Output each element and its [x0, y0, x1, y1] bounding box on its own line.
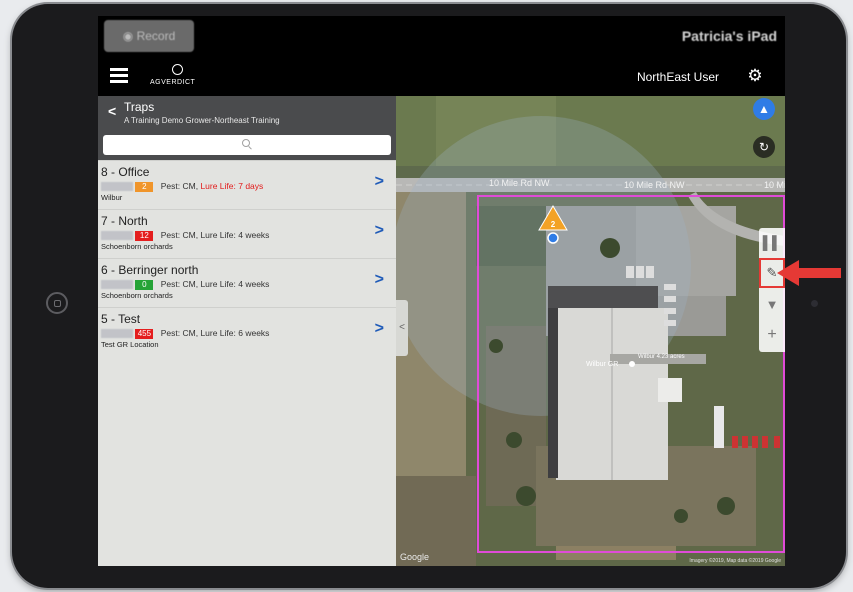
trap-title: 8 - Office [101, 165, 150, 179]
lure-life-text: Lure Life: 4 weeks [200, 230, 270, 240]
sidebar-title: Traps [124, 100, 155, 114]
count-badge: 0 [135, 279, 154, 290]
list-item[interactable]: 5 - Test 455 Pest: CM, Lure Life: 6 week… [98, 307, 396, 356]
map-data-attribution: Imagery ©2019, Map data ©2019 Google [689, 557, 781, 564]
trap-title: 5 - Test [101, 312, 141, 326]
trap-details: 455 Pest: CM, Lure Life: 6 weeks [101, 328, 269, 339]
list-item[interactable]: 8 - Office 2 Pest: CM, Lure Life: 7 days… [98, 160, 396, 209]
road-label: 10 Mile Rd NW [489, 178, 550, 188]
chevron-right-icon[interactable]: > [375, 320, 384, 338]
brand-mark-icon [172, 64, 183, 75]
map-tool-panel: ▌▌ ✎ ▼ + [759, 228, 785, 352]
trap-location: Schoenborn orchards [101, 291, 173, 300]
list-item[interactable]: 7 - North 12 Pest: CM, Lure Life: 4 week… [98, 209, 396, 258]
gear-icon[interactable]: ⚙ [746, 67, 764, 85]
chevron-left-icon: < [399, 322, 405, 333]
lure-life-text: Lure Life: 6 weeks [200, 328, 270, 338]
trap-id-redacted [101, 280, 133, 290]
record-dot-icon: ◉ [122, 29, 137, 43]
marker-count: 2 [551, 220, 556, 229]
list-item[interactable]: 6 - Berringer north 0 Pest: CM, Lure Lif… [98, 258, 396, 307]
count-badge: 12 [135, 230, 154, 241]
road-label: 10 Mi [764, 180, 785, 190]
chevron-right-icon[interactable]: > [375, 271, 384, 289]
trap-list: 8 - Office 2 Pest: CM, Lure Life: 7 days… [98, 160, 396, 356]
count-badge: 455 [135, 328, 154, 339]
road-label: 10 Mile Rd NW [624, 180, 685, 190]
brand-logo: AGVERDICT [150, 62, 210, 90]
annotation-arrow-icon [777, 260, 841, 286]
trap-location: Schoenborn orchards [101, 242, 173, 251]
trap-id-redacted [101, 182, 133, 192]
traps-sidebar: < Traps A Training Demo Grower-Northeast… [98, 96, 396, 566]
home-button[interactable] [46, 292, 68, 314]
pest-text: Pest: CM, [160, 279, 201, 289]
status-bar: ◉ Record Patricia's iPad [98, 16, 785, 56]
trap-title: 6 - Berringer north [101, 263, 199, 277]
google-attribution: Google [400, 552, 429, 562]
field-center-marker [629, 361, 635, 367]
chevron-right-icon[interactable]: > [375, 222, 384, 240]
collapse-sidebar-tab[interactable]: < [396, 300, 408, 356]
screen: ◉ Record Patricia's iPad AGVERDICT North… [98, 16, 785, 566]
filter-icon[interactable]: ▼ [759, 290, 785, 320]
count-badge: 2 [135, 181, 154, 192]
front-camera [811, 300, 818, 307]
trap-details: 0 Pest: CM, Lure Life: 4 weeks [101, 279, 269, 290]
bar-chart-icon[interactable]: ▌▌ [759, 228, 785, 258]
map-imagery: 10 Mile Rd NW 10 Mile Rd NW 10 Mi Wilbur… [396, 96, 785, 566]
refresh-button[interactable]: ↻ [753, 136, 775, 158]
satellite-map[interactable]: 10 Mile Rd NW 10 Mile Rd NW 10 Mi Wilbur… [396, 96, 785, 566]
user-label: NorthEast User [636, 70, 719, 84]
trap-title: 7 - North [101, 214, 148, 228]
back-chevron-icon[interactable]: < [108, 103, 116, 119]
plus-icon[interactable]: + [759, 320, 785, 350]
home-square-icon [54, 300, 61, 307]
current-location-dot [547, 232, 559, 244]
field-sublabel: Wilbur 4.23 acres [638, 354, 685, 360]
lure-life-text: Lure Life: 7 days [200, 181, 264, 191]
pest-text: Pest: CM, [160, 328, 201, 338]
sidebar-header: < Traps A Training Demo Grower-Northeast… [98, 96, 396, 132]
brand-text: AGVERDICT [150, 79, 196, 86]
hamburger-menu-icon[interactable] [110, 68, 128, 83]
location-arrow-icon: ▲ [758, 102, 770, 116]
refresh-icon: ↻ [758, 140, 770, 154]
record-button[interactable]: ◉ Record [104, 20, 194, 52]
lure-life-text: Lure Life: 4 weeks [200, 279, 270, 289]
app-navbar: AGVERDICT NorthEast User ⚙ [98, 56, 785, 96]
search-icon [242, 139, 250, 147]
chevron-right-icon[interactable]: > [375, 173, 384, 191]
field-label: Wilbur GR [586, 361, 618, 368]
ipad-frame: ◉ Record Patricia's iPad AGVERDICT North… [12, 4, 846, 588]
trap-id-redacted [101, 329, 133, 339]
trap-details: 12 Pest: CM, Lure Life: 4 weeks [101, 230, 269, 241]
trap-details: 2 Pest: CM, Lure Life: 7 days [101, 181, 263, 192]
pest-text: Pest: CM, [160, 181, 201, 191]
record-label: Record [136, 29, 176, 43]
pest-text: Pest: CM, [160, 230, 201, 240]
device-name: Patricia's iPad [681, 28, 777, 44]
search-bar [98, 132, 396, 160]
sidebar-subtitle: A Training Demo Grower-Northeast Trainin… [124, 116, 280, 125]
trap-location: Wilbur [101, 193, 123, 202]
trap-id-redacted [101, 231, 133, 241]
locate-button[interactable]: ▲ [753, 98, 775, 120]
trap-location: Test GR Location [101, 340, 159, 349]
